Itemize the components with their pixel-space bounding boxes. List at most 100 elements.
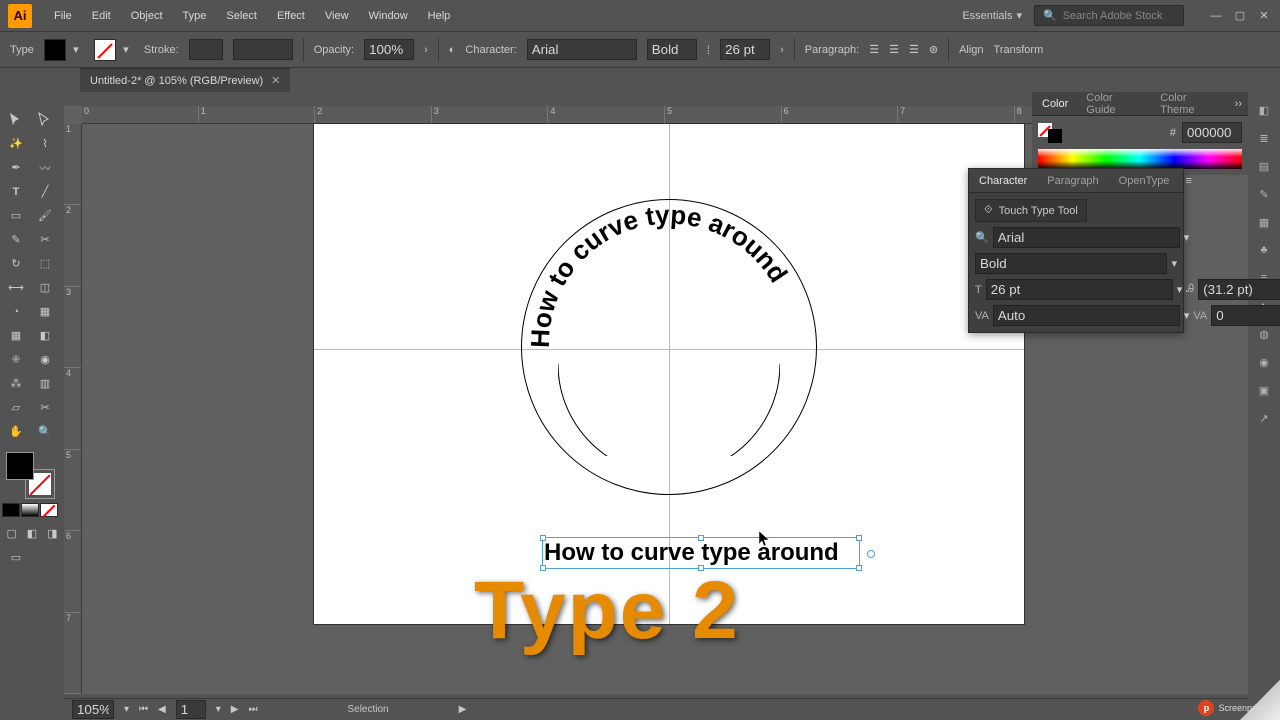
color-spectrum[interactable] — [1038, 149, 1242, 169]
next-artboard-icon[interactable]: ▶ — [231, 704, 239, 715]
handle-tl[interactable] — [540, 535, 546, 541]
scissors-tool[interactable]: ✂ — [31, 228, 59, 251]
maximize-icon[interactable]: ▢ — [1232, 8, 1248, 24]
opacity-arrow-icon[interactable]: › — [424, 44, 428, 56]
color-theme-tab[interactable]: Color Theme — [1156, 90, 1224, 118]
line-tool[interactable]: ╱ — [31, 180, 59, 203]
panel-stroke-swatch[interactable] — [1048, 129, 1062, 143]
align-label[interactable]: Align — [959, 44, 983, 56]
search-font-icon[interactable]: 🔍 — [975, 231, 989, 244]
last-artboard-icon[interactable]: ⏭ — [248, 704, 257, 715]
style-icon[interactable]: ◐ — [449, 44, 456, 56]
character-tab[interactable]: Character — [975, 173, 1031, 189]
gradient-mode-icon[interactable] — [21, 503, 39, 517]
blend-tool[interactable]: ◉ — [31, 348, 59, 371]
kerning-dropdown-icon[interactable]: ▾ — [1184, 309, 1190, 322]
smile-arc[interactable] — [558, 234, 780, 456]
panel-weight-input[interactable] — [975, 253, 1167, 274]
ruler-vertical[interactable]: 1234567 — [64, 124, 82, 694]
selection-tool[interactable] — [2, 108, 30, 131]
type-tool[interactable]: T — [2, 180, 30, 203]
graphic-styles-icon[interactable]: ▣ — [1248, 376, 1280, 404]
width-tool[interactable]: ⟷ — [2, 276, 30, 299]
menu-file[interactable]: File — [44, 6, 82, 26]
align-center-icon[interactable]: ☰ — [889, 43, 899, 56]
fill-stroke-swatches[interactable] — [2, 450, 58, 500]
asset-export-icon[interactable]: ↗ — [1248, 404, 1280, 432]
paintbrush-tool[interactable]: 🖌 — [31, 204, 59, 227]
prev-artboard-icon[interactable]: ◀ — [158, 704, 166, 715]
screen-mode-icon[interactable]: ▭ — [2, 546, 30, 569]
panel-menu-icon[interactable]: ≡ — [1185, 175, 1191, 187]
fill-swatch[interactable] — [44, 39, 66, 61]
appearance-icon[interactable]: ◉ — [1248, 348, 1280, 376]
color-guide-tab[interactable]: Color Guide — [1082, 90, 1146, 118]
pen-tool[interactable]: ✒ — [2, 156, 30, 179]
character-panel[interactable]: Character Paragraph OpenType ≡ ⟐ Touch T… — [968, 168, 1184, 333]
handle-br[interactable] — [856, 565, 862, 571]
align-right-icon[interactable]: ☰ — [909, 43, 919, 56]
zoom-dropdown-icon[interactable]: ▾ — [124, 704, 129, 715]
libraries-icon[interactable]: ▤ — [1248, 152, 1280, 180]
text-out-port[interactable] — [867, 550, 875, 558]
stroke-swatch[interactable] — [94, 39, 116, 61]
perspective-tool[interactable]: ▦ — [31, 300, 59, 323]
font-family-input[interactable] — [527, 39, 637, 60]
magic-wand-tool[interactable]: ✨ — [2, 132, 30, 155]
size-dropdown-icon[interactable]: ▾ — [1177, 283, 1183, 296]
layers-icon[interactable]: ≣ — [1248, 124, 1280, 152]
font-dropdown-icon[interactable]: ▾ — [1184, 231, 1190, 244]
artboard-dropdown-icon[interactable]: ▾ — [216, 704, 221, 715]
document-tab[interactable]: Untitled-2* @ 105% (RGB/Preview) ✕ — [80, 68, 290, 92]
opacity-input[interactable] — [364, 39, 414, 60]
symbols-icon[interactable]: ♣ — [1248, 236, 1280, 264]
pencil-tool[interactable]: ✎ — [2, 228, 30, 251]
symbol-sprayer-tool[interactable]: ⁂ — [2, 372, 30, 395]
menu-effect[interactable]: Effect — [267, 6, 315, 26]
direct-selection-tool[interactable] — [31, 108, 59, 131]
stroke-weight-input[interactable] — [189, 39, 223, 60]
brushes-icon[interactable]: ✎ — [1248, 180, 1280, 208]
transform-label[interactable]: Transform — [994, 44, 1044, 56]
workspace-switcher[interactable]: Essentials ▾ — [962, 9, 1022, 22]
panel-leading-input[interactable] — [1198, 279, 1280, 300]
font-size-input[interactable] — [720, 39, 770, 60]
eyedropper-tool[interactable]: ⁜ — [2, 348, 30, 371]
scale-tool[interactable]: ⬚ — [31, 252, 59, 275]
color-mode-icon[interactable] — [2, 503, 20, 517]
lasso-tool[interactable]: ⌇ — [31, 132, 59, 155]
status-play-icon[interactable]: ▶ — [459, 704, 467, 715]
handle-tr[interactable] — [856, 535, 862, 541]
rotate-tool[interactable]: ↻ — [2, 252, 30, 275]
first-artboard-icon[interactable]: ⏮ — [139, 704, 148, 715]
mesh-tool[interactable]: ▦ — [2, 324, 30, 347]
properties-icon[interactable]: ◧ — [1248, 96, 1280, 124]
color-tab[interactable]: Color — [1038, 96, 1072, 112]
tab-close-icon[interactable]: ✕ — [271, 74, 280, 87]
menu-help[interactable]: Help — [418, 6, 461, 26]
gradient-tool[interactable]: ◧ — [31, 324, 59, 347]
artboard-nav-input[interactable] — [176, 700, 206, 719]
weight-dropdown-icon[interactable]: ▾ — [1171, 257, 1177, 270]
stroke-dropdown[interactable]: ▾ — [118, 41, 134, 59]
rectangle-tool[interactable]: ▭ — [2, 204, 30, 227]
fill-dropdown[interactable]: ▾ — [68, 41, 84, 59]
minimize-icon[interactable]: — — [1208, 8, 1224, 24]
brush-input[interactable] — [233, 39, 293, 60]
hand-tool[interactable]: ✋ — [2, 420, 30, 443]
shape-builder-tool[interactable]: ◔ — [2, 300, 30, 323]
paragraph-tab[interactable]: Paragraph — [1043, 173, 1102, 189]
draw-inside-icon[interactable]: ◨ — [43, 522, 62, 545]
font-weight-input[interactable] — [647, 39, 697, 60]
menu-type[interactable]: Type — [173, 6, 217, 26]
menu-window[interactable]: Window — [359, 6, 418, 26]
opentype-tab[interactable]: OpenType — [1115, 173, 1174, 189]
zoom-tool[interactable]: 🔍 — [31, 420, 59, 443]
panel-size-input[interactable] — [986, 279, 1173, 300]
curvature-tool[interactable]: 〰 — [31, 156, 59, 179]
slice-tool[interactable]: ✂ — [31, 396, 59, 419]
menu-view[interactable]: View — [315, 6, 359, 26]
menu-object[interactable]: Object — [121, 6, 173, 26]
hex-input[interactable] — [1182, 122, 1242, 143]
handle-tc[interactable] — [698, 535, 704, 541]
